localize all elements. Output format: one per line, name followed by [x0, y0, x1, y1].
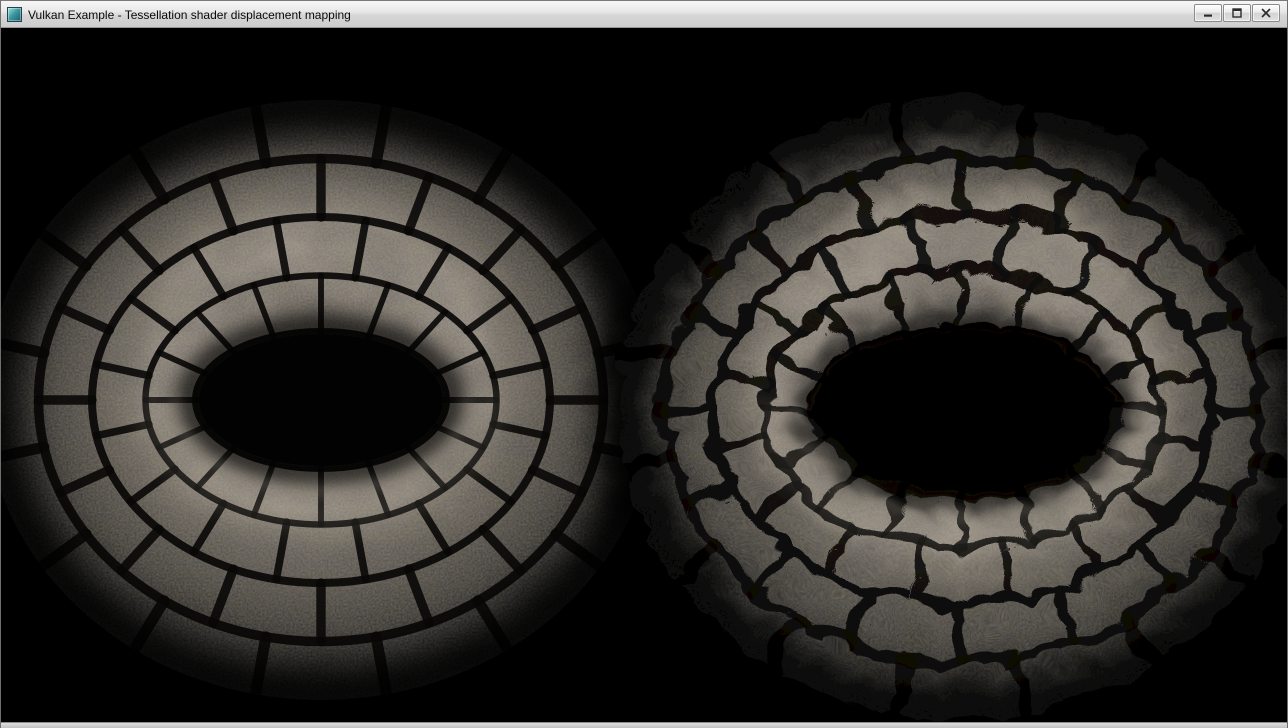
window-title: Vulkan Example - Tessellation shader dis… [28, 1, 351, 28]
render-viewport[interactable] [1, 28, 1287, 722]
minimize-icon [1203, 8, 1213, 18]
torus-flat [1, 100, 657, 700]
app-window: Vulkan Example - Tessellation shader dis… [0, 0, 1288, 728]
scene-svg [1, 28, 1287, 722]
maximize-icon [1232, 8, 1242, 18]
minimize-button[interactable] [1194, 4, 1222, 22]
app-icon[interactable] [7, 7, 22, 22]
torus-hole [199, 334, 443, 466]
window-bottom-border [1, 722, 1287, 728]
window-controls [1194, 4, 1280, 22]
maximize-button[interactable] [1223, 4, 1251, 22]
close-icon [1261, 8, 1271, 18]
torus-displaced [611, 93, 1287, 713]
close-button[interactable] [1252, 4, 1280, 22]
torus-hole [808, 321, 1104, 485]
titlebar[interactable]: Vulkan Example - Tessellation shader dis… [1, 0, 1287, 28]
